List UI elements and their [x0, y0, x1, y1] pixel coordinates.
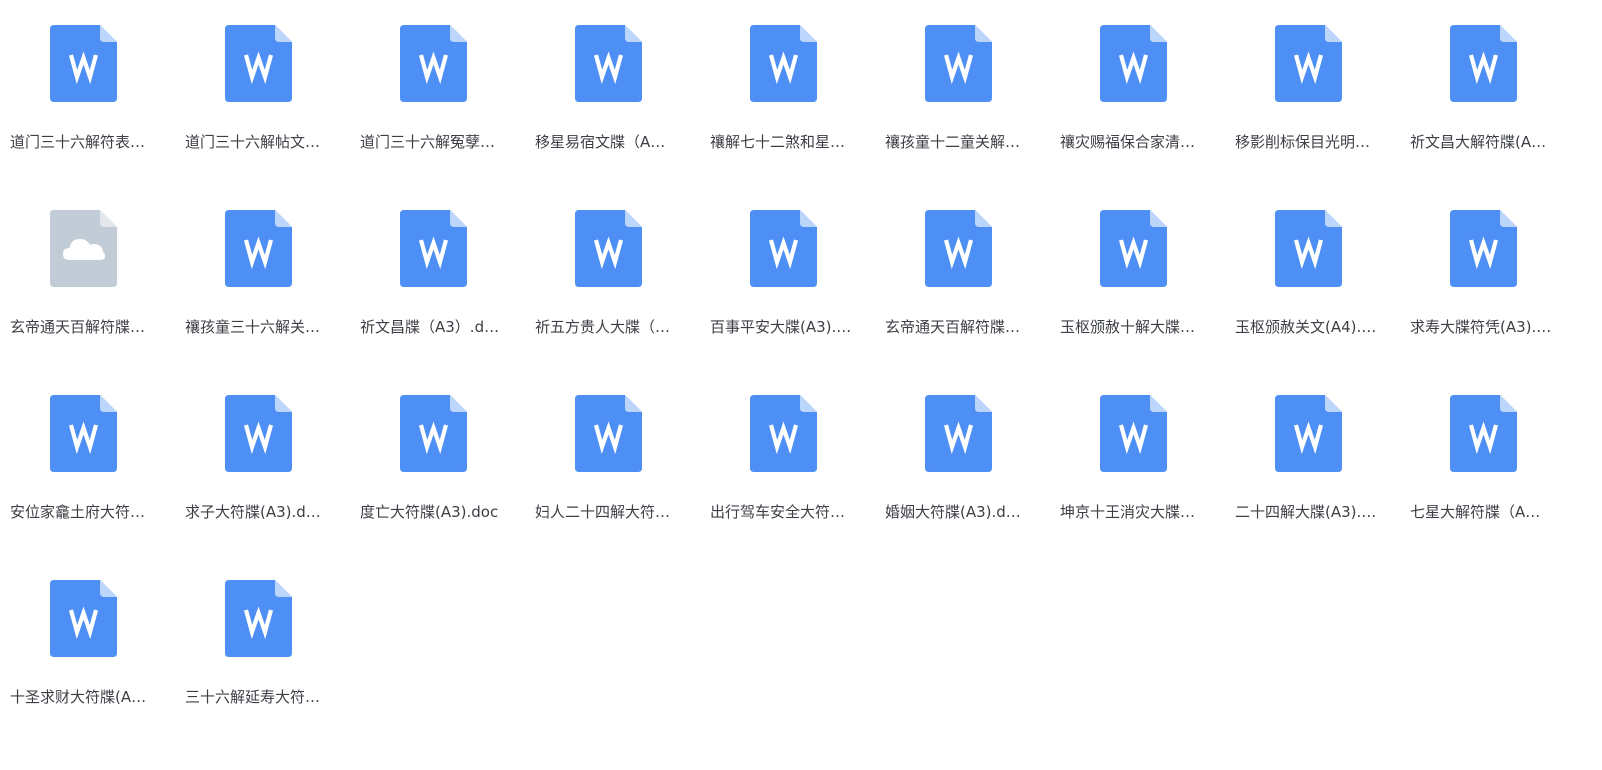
file-item[interactable]: 祈文昌大解符牒(A… — [1408, 0, 1583, 185]
file-item[interactable]: 道门三十六解符表… — [8, 0, 183, 185]
word-document-icon — [225, 210, 292, 287]
file-item[interactable]: 玄帝通天百解符牒… — [883, 185, 1058, 370]
file-name: 十圣求财大符牒(A… — [10, 688, 147, 706]
file-name: 安位家龕土府大符… — [10, 503, 146, 521]
word-document-icon — [750, 210, 817, 287]
file-name: 出行驾车安全大符… — [710, 503, 846, 521]
file-name: 玄帝通天百解符牒… — [10, 318, 146, 336]
word-document-icon — [1100, 25, 1167, 102]
word-document-icon — [575, 210, 642, 287]
word-document-icon — [1100, 210, 1167, 287]
file-item[interactable]: 婚姻大符牒(A3).d… — [883, 370, 1058, 555]
word-document-icon — [400, 210, 467, 287]
word-document-icon — [925, 395, 992, 472]
cloud-file-icon — [50, 210, 117, 287]
word-document-icon — [50, 25, 117, 102]
word-document-icon — [225, 580, 292, 657]
file-item[interactable]: 移影削标保目光明… — [1233, 0, 1408, 185]
word-document-icon — [575, 395, 642, 472]
word-document-icon — [400, 395, 467, 472]
file-name: 三十六解延寿大符… — [185, 688, 321, 706]
file-name: 玉枢颁赦关文(A4).… — [1235, 318, 1377, 336]
file-name: 婚姻大符牒(A3).d… — [885, 503, 1021, 521]
file-name: 道门三十六解符表… — [10, 133, 146, 151]
file-name: 七星大解符牒（A… — [1410, 503, 1541, 521]
file-item[interactable]: 道门三十六解帖文… — [183, 0, 358, 185]
word-document-icon — [1450, 25, 1517, 102]
file-item[interactable]: 移星易宿文牒（A… — [533, 0, 708, 185]
file-item[interactable]: 十圣求财大符牒(A… — [8, 555, 183, 740]
file-name: 二十四解大牒(A3).… — [1235, 503, 1377, 521]
word-document-icon — [50, 395, 117, 472]
file-item[interactable]: 玄帝通天百解符牒… — [8, 185, 183, 370]
word-document-icon — [225, 25, 292, 102]
file-name: 道门三十六解冤孽… — [360, 133, 496, 151]
file-grid: 道门三十六解符表… 道门三十六解帖文… 道门三十六解冤孽… 移星易宿文牒（A… 禳解七十… — [0, 0, 1602, 770]
file-name: 禳解七十二煞和星… — [710, 133, 846, 151]
word-document-icon — [50, 580, 117, 657]
word-document-icon — [750, 395, 817, 472]
file-name: 玄帝通天百解符牒… — [885, 318, 1021, 336]
file-item[interactable]: 祈五方贵人大牒（… — [533, 185, 708, 370]
file-name: 移星易宿文牒（A… — [535, 133, 666, 151]
file-item[interactable]: 求寿大牒符凭(A3).… — [1408, 185, 1583, 370]
file-item[interactable]: 玉枢颁赦十解大牒… — [1058, 185, 1233, 370]
word-document-icon — [225, 395, 292, 472]
file-item[interactable]: 妇人二十四解大符… — [533, 370, 708, 555]
file-name: 道门三十六解帖文… — [185, 133, 321, 151]
file-item[interactable]: 坤京十王消灾大牒… — [1058, 370, 1233, 555]
file-item[interactable]: 度亡大符牒(A3).doc — [358, 370, 533, 555]
file-name: 禳孩童三十六解关… — [185, 318, 321, 336]
file-item[interactable]: 求子大符牒(A3).d… — [183, 370, 358, 555]
file-name: 坤京十王消灾大牒… — [1060, 503, 1196, 521]
file-name: 禳灾赐福保合家清… — [1060, 133, 1196, 151]
file-name: 祈五方贵人大牒（… — [535, 318, 671, 336]
file-item[interactable]: 禳孩童十二童关解… — [883, 0, 1058, 185]
file-item[interactable]: 百事平安大牒(A3).… — [708, 185, 883, 370]
file-item[interactable]: 禳解七十二煞和星… — [708, 0, 883, 185]
file-name: 求寿大牒符凭(A3).… — [1410, 318, 1552, 336]
word-document-icon — [575, 25, 642, 102]
word-document-icon — [750, 25, 817, 102]
file-name: 祈文昌大解符牒(A… — [1410, 133, 1547, 151]
file-item[interactable]: 二十四解大牒(A3).… — [1233, 370, 1408, 555]
word-document-icon — [1275, 210, 1342, 287]
file-name: 祈文昌牒（A3）.d… — [360, 318, 500, 336]
file-name: 度亡大符牒(A3).doc — [360, 503, 499, 521]
word-document-icon — [925, 25, 992, 102]
file-item[interactable]: 三十六解延寿大符… — [183, 555, 358, 740]
word-document-icon — [400, 25, 467, 102]
file-name: 禳孩童十二童关解… — [885, 133, 1021, 151]
word-document-icon — [1100, 395, 1167, 472]
file-name: 求子大符牒(A3).d… — [185, 503, 321, 521]
file-name: 百事平安大牒(A3).… — [710, 318, 852, 336]
word-document-icon — [1275, 25, 1342, 102]
file-item[interactable]: 禳灾赐福保合家清… — [1058, 0, 1233, 185]
file-item[interactable]: 安位家龕土府大符… — [8, 370, 183, 555]
file-item[interactable]: 祈文昌牒（A3）.d… — [358, 185, 533, 370]
word-document-icon — [1450, 210, 1517, 287]
word-document-icon — [1450, 395, 1517, 472]
file-item[interactable]: 禳孩童三十六解关… — [183, 185, 358, 370]
word-document-icon — [925, 210, 992, 287]
file-name: 妇人二十四解大符… — [535, 503, 671, 521]
file-item[interactable]: 玉枢颁赦关文(A4).… — [1233, 185, 1408, 370]
file-name: 移影削标保目光明… — [1235, 133, 1371, 151]
file-item[interactable]: 七星大解符牒（A… — [1408, 370, 1583, 555]
word-document-icon — [1275, 395, 1342, 472]
file-item[interactable]: 出行驾车安全大符… — [708, 370, 883, 555]
file-item[interactable]: 道门三十六解冤孽… — [358, 0, 533, 185]
file-name: 玉枢颁赦十解大牒… — [1060, 318, 1196, 336]
